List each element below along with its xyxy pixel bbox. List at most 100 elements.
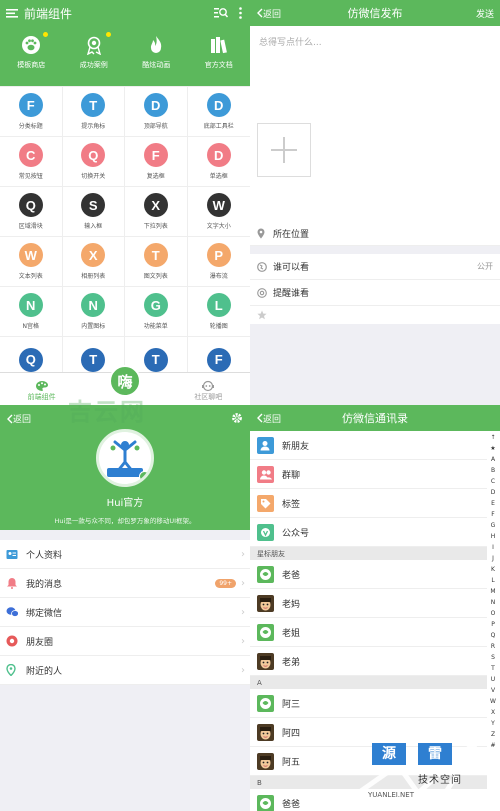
contact-name: 爸爸	[282, 799, 301, 810]
component-cell[interactable]: F 分类标题	[0, 87, 63, 137]
index-letter[interactable]: A	[491, 454, 495, 465]
index-letter[interactable]: T	[491, 663, 495, 674]
index-letter[interactable]: M	[490, 586, 495, 597]
contact-item[interactable]: 老弟	[250, 647, 487, 676]
official-account-icon	[257, 523, 274, 541]
contact-add-friend[interactable]: 新朋友	[250, 431, 487, 460]
index-letter[interactable]: K	[491, 564, 495, 575]
contact-official-account[interactable]: 公众号	[250, 518, 487, 547]
remind-row[interactable]: 提醒谁看	[250, 280, 500, 306]
contact-item[interactable]: 老爸	[250, 560, 487, 589]
extra-row[interactable]	[250, 306, 500, 324]
more-vertical-icon[interactable]	[239, 7, 242, 22]
contact-group[interactable]: 群聊	[250, 460, 487, 489]
index-letter[interactable]: V	[491, 685, 495, 696]
index-letter[interactable]: G	[491, 520, 496, 531]
component-label: 单选框	[209, 173, 228, 180]
contact-item[interactable]: 老姐	[250, 618, 487, 647]
index-letter[interactable]: F	[491, 509, 494, 520]
index-letter[interactable]: D	[491, 487, 496, 498]
component-letter-icon: D	[206, 143, 231, 167]
component-letter-icon: G	[143, 293, 168, 317]
component-cell[interactable]: W 文本列表	[0, 237, 63, 287]
menu-item-1[interactable]: 我的消息 99+ ›	[0, 569, 250, 598]
tab-community[interactable]: 社区聊吧	[167, 373, 250, 405]
contact-tag[interactable]: 标签	[250, 489, 487, 518]
component-cell[interactable]: F 复选框	[125, 137, 188, 187]
tag-icon	[257, 494, 274, 512]
component-label: 文本列表	[18, 273, 43, 280]
avatar	[257, 594, 274, 612]
search-list-icon[interactable]	[214, 7, 229, 22]
contact-name: 老弟	[282, 657, 301, 668]
gear-icon[interactable]	[231, 412, 243, 424]
index-letter[interactable]: S	[491, 652, 495, 663]
component-cell[interactable]: X 相册列表	[62, 237, 125, 287]
index-letter[interactable]: Y	[491, 718, 495, 729]
component-cell[interactable]: C 常见按钮	[0, 137, 63, 187]
index-letter[interactable]: W	[490, 696, 496, 707]
component-cell[interactable]: D 顶部导航	[125, 87, 188, 137]
component-cell[interactable]: S 输入框	[62, 187, 125, 237]
menu-label: 朋友圈	[26, 637, 54, 648]
add-photo-button[interactable]	[257, 123, 311, 177]
camera-badge-icon[interactable]	[139, 471, 150, 482]
index-letter[interactable]: ↑	[490, 432, 495, 443]
location-row[interactable]: 所在位置	[250, 222, 500, 246]
feature-paw[interactable]: 模板商店	[0, 32, 62, 70]
component-cell[interactable]: W 文字大小	[187, 187, 250, 237]
component-cell[interactable]: D 单选框	[187, 137, 250, 187]
index-letter[interactable]: U	[491, 674, 495, 685]
alphabet-index[interactable]: ↑ ★ A B C D E F G H I J K L M N O P Q R S T U V W X Y Z #	[487, 432, 499, 751]
post-header: 返回 仿微信发布 发送	[250, 0, 500, 26]
index-letter[interactable]: B	[491, 465, 495, 476]
contact-item[interactable]: 阿三	[250, 689, 487, 718]
component-cell[interactable]: D 底部工具栏	[187, 87, 250, 137]
component-cell[interactable]: Q 切换开关	[62, 137, 125, 187]
component-cell[interactable]: T 提示角标	[62, 87, 125, 137]
post-text-area[interactable]: 总得写点什么...	[250, 26, 500, 226]
component-cell[interactable]: N 内置图标	[62, 287, 125, 337]
index-letter[interactable]: Q	[491, 630, 496, 641]
index-letter[interactable]: H	[491, 531, 496, 542]
send-button[interactable]: 发送	[476, 7, 494, 20]
profile-name: Hui官方	[106, 498, 144, 509]
menu-item-0[interactable]: 个人资料 ›	[0, 540, 250, 569]
component-cell[interactable]: L 轮播图	[187, 287, 250, 337]
menu-item-2[interactable]: 绑定微信 ›	[0, 598, 250, 627]
component-cell[interactable]: T 图文列表	[125, 237, 188, 287]
feature-books[interactable]: 官方文档	[188, 34, 250, 70]
back-button[interactable]: 返回	[256, 7, 281, 20]
index-letter[interactable]: R	[491, 641, 495, 652]
index-letter[interactable]: E	[491, 498, 495, 509]
back-button[interactable]: 返回	[256, 412, 281, 425]
index-letter[interactable]: ★	[490, 443, 495, 454]
index-letter[interactable]: L	[491, 575, 494, 586]
tab-label: 前端组件	[27, 393, 56, 401]
index-letter[interactable]: C	[491, 476, 495, 487]
component-cell[interactable]: G 功能菜单	[125, 287, 188, 337]
feature-medal[interactable]: 成功案例	[63, 32, 125, 70]
menu-item-4[interactable]: 附近的人 ›	[0, 656, 250, 685]
index-letter[interactable]: P	[491, 619, 495, 630]
index-letter[interactable]: O	[491, 608, 496, 619]
menu-icon[interactable]	[6, 8, 18, 18]
component-letter-icon: T	[143, 347, 168, 372]
component-cell[interactable]: X 下拉列表	[125, 187, 188, 237]
index-letter[interactable]: N	[491, 597, 496, 608]
component-cell[interactable]: N N宫格	[0, 287, 63, 337]
component-label: 复选框	[146, 173, 165, 180]
feature-fire[interactable]: 酷炫动画	[125, 34, 187, 70]
menu-item-3[interactable]: 朋友圈 ›	[0, 627, 250, 656]
contact-item[interactable]: 老妈	[250, 589, 487, 618]
index-letter[interactable]: X	[491, 707, 495, 718]
component-label: 轮播图	[209, 323, 228, 330]
component-cell[interactable]: P 瀑布流	[187, 237, 250, 287]
component-cell[interactable]: Q 区域滑块	[0, 187, 63, 237]
avatar[interactable]	[96, 429, 154, 487]
visibility-row[interactable]: 谁可以看 公开	[250, 254, 500, 280]
map-pin-icon	[257, 228, 265, 239]
index-letter[interactable]: I	[492, 542, 494, 553]
back-button[interactable]: 返回	[6, 412, 31, 425]
index-letter[interactable]: J	[492, 553, 494, 564]
